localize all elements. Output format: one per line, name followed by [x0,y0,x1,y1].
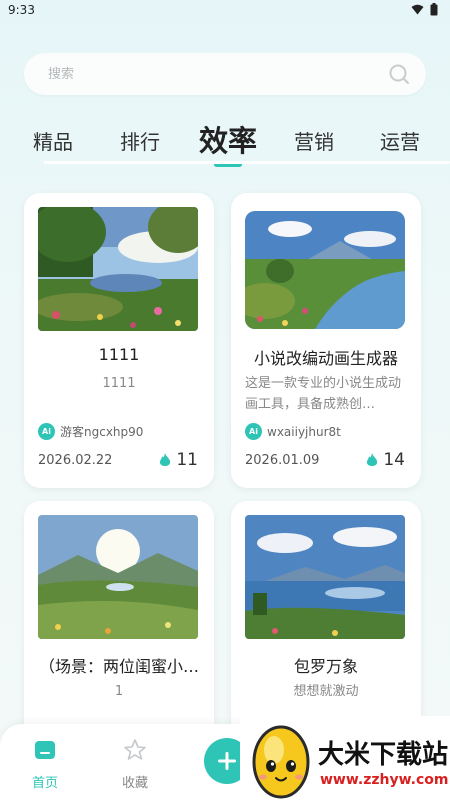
card-author: Ai wxaiiyjhur8t [245,423,341,440]
status-time: 9:33 [8,3,35,17]
ai-badge-icon: Ai [38,423,55,440]
search-bar[interactable] [24,53,426,95]
card-title: 小说改编动画生成器 [253,349,398,368]
card-description: 这是一款专业的小说生成动画工具，具备成熟创… [245,376,402,412]
author-name: wxaiiyjhur8t [267,424,341,439]
app-card[interactable]: 小说改编动画生成器 这是一款专业的小说生成动画工具，具备成熟创… Ai wxai… [231,193,421,488]
card-title: （场景：两位闺蜜小… [38,657,199,676]
app-card[interactable]: （场景：两位闺蜜小… 1 [24,501,214,761]
search-input[interactable] [48,53,378,95]
watermark-url: www.zzhyw.com [320,772,449,788]
plus-icon [218,752,236,770]
card-description: 想想就激动 [293,684,359,699]
nav-favorites-label: 收藏 [121,776,148,791]
battery-icon [430,3,438,16]
card-title: 1111 [98,345,140,364]
card-thumbnail [245,515,405,639]
app-card[interactable]: 1111 1111 Ai 游客ngcxhp90 2026.02.22 11 [24,193,214,488]
card-thumbnail [38,207,198,331]
flame-icon [160,452,171,466]
nav-home-label: 首页 [31,776,58,791]
site-watermark: 大米下载站 www.zzhyw.com [240,716,450,800]
status-icons [411,3,438,16]
card-description: 1 [114,684,124,699]
tab-featured[interactable]: 精品 [33,126,73,155]
status-bar: 9:33 [0,0,450,22]
card-thumbnail [245,211,405,329]
nav-favorites[interactable]: 收藏 [110,738,160,791]
tab-ranking[interactable]: 排行 [120,126,160,155]
card-title: 包罗万象 [293,657,358,676]
rice-mascot-logo [252,725,310,799]
tab-operations[interactable]: 运营 [380,126,420,155]
flame-icon [367,452,378,466]
card-hot-count: 14 [366,450,405,470]
wifi-icon [411,4,424,15]
star-icon [124,739,146,760]
card-author: Ai 游客ngcxhp90 [38,423,143,440]
search-icon[interactable] [388,63,410,89]
ai-badge-icon: Ai [245,423,262,440]
author-name: 游客ngcxhp90 [60,425,144,439]
card-description: 1111 [102,376,136,391]
watermark-title: 大米下载站 [318,740,449,770]
card-date: 2026.02.22 [38,453,113,468]
home-icon [35,741,55,759]
tab-efficiency[interactable]: 效率 [199,118,257,160]
tab-marketing[interactable]: 营销 [294,126,334,155]
hot-value: 14 [383,450,405,470]
nav-home[interactable]: 首页 [20,738,70,791]
hot-value: 11 [176,450,198,470]
card-hot-count: 11 [159,450,198,470]
tab-scroll-track [44,161,450,164]
card-date: 2026.01.09 [245,453,320,468]
card-thumbnail [38,515,198,639]
